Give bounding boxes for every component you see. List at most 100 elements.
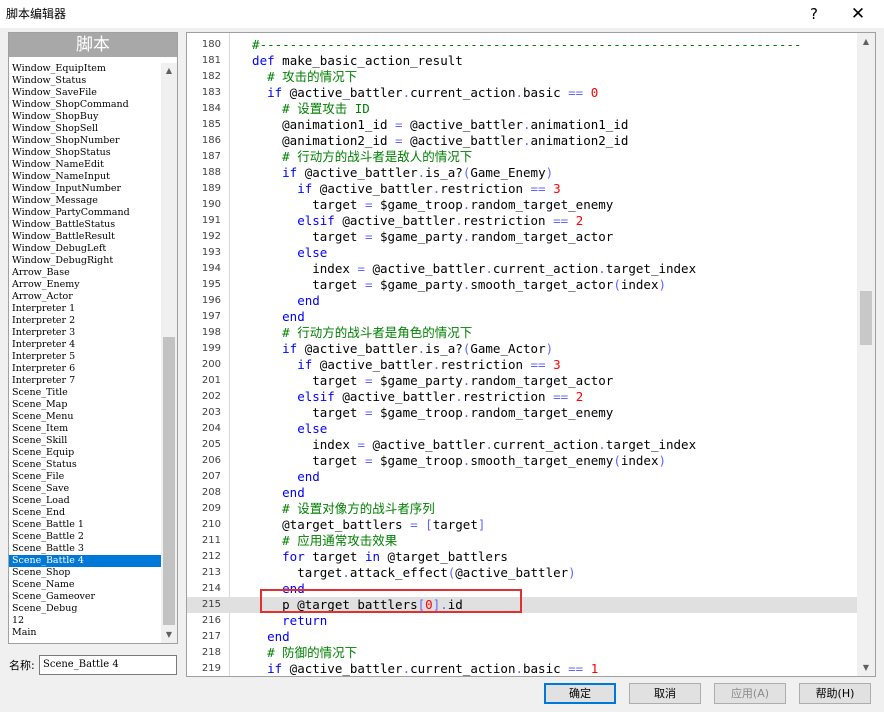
code-line[interactable]: 184 # 设置攻击 ID: [187, 101, 857, 117]
help-button[interactable]: 帮助(H): [799, 683, 871, 704]
script-list-item[interactable]: Arrow_Base: [9, 267, 161, 279]
scroll-down-arrow-icon[interactable]: ▼: [161, 627, 177, 643]
code-line[interactable]: 182 # 攻击的情况下: [187, 69, 857, 85]
code-line[interactable]: 219 if @active_battler.current_action.ba…: [187, 661, 857, 677]
code-line[interactable]: 195 target = $game_party.smooth_target_a…: [187, 277, 857, 293]
scroll-up-arrow-icon[interactable]: ▲: [161, 63, 177, 79]
ok-button[interactable]: 确定: [544, 683, 616, 704]
code-line[interactable]: 181 def make_basic_action_result: [187, 53, 857, 69]
editor-scrollbar[interactable]: ▲ ▼: [857, 33, 875, 676]
code-line[interactable]: 199 if @active_battler.is_a?(Game_Actor): [187, 341, 857, 357]
script-list[interactable]: Window_EquipItem Window_Status Window_Save…: [9, 63, 161, 643]
code-line[interactable]: 192 target = $game_party.random_target_a…: [187, 229, 857, 245]
script-list-item[interactable]: Window_ShopBuy: [9, 111, 161, 123]
code-line[interactable]: 209 # 设置对像方的战斗者序列: [187, 501, 857, 517]
script-list-item[interactable]: Window_NameInput: [9, 171, 161, 183]
code-line[interactable]: 193 else: [187, 245, 857, 261]
script-list-scrollbar[interactable]: ▲ ▼: [161, 63, 177, 643]
script-list-item[interactable]: Window_NameEdit: [9, 159, 161, 171]
script-list-item[interactable]: Window_InputNumber: [9, 183, 161, 195]
code-line[interactable]: 197 end: [187, 309, 857, 325]
script-list-item[interactable]: Window_DebugRight: [9, 255, 161, 267]
code-line[interactable]: 201 target = $game_party.random_target_a…: [187, 373, 857, 389]
script-list-item[interactable]: Scene_Menu: [9, 411, 161, 423]
script-list-item[interactable]: Scene_Battle 2: [9, 531, 161, 543]
script-list-item[interactable]: Window_ShopCommand: [9, 99, 161, 111]
script-list-item[interactable]: Scene_Battle 3: [9, 543, 161, 555]
script-list-item[interactable]: Interpreter 6: [9, 363, 161, 375]
script-list-item[interactable]: Scene_Skill: [9, 435, 161, 447]
script-list-item[interactable]: Window_EquipItem: [9, 63, 161, 75]
script-list-item[interactable]: Interpreter 5: [9, 351, 161, 363]
script-list-item[interactable]: Window_BattleResult: [9, 231, 161, 243]
script-list-item[interactable]: Window_ShopNumber: [9, 135, 161, 147]
apply-button[interactable]: 应用(A): [714, 683, 786, 704]
script-list-item[interactable]: Interpreter 4: [9, 339, 161, 351]
script-list-item[interactable]: Window_Status: [9, 75, 161, 87]
script-list-item[interactable]: Window_BattleStatus: [9, 219, 161, 231]
script-list-item[interactable]: Main: [9, 627, 161, 639]
script-list-item[interactable]: Scene_Debug: [9, 603, 161, 615]
editor-scroll-down-icon[interactable]: ▼: [857, 659, 875, 676]
script-list-item[interactable]: Window_PartyCommand: [9, 207, 161, 219]
script-list-item[interactable]: Scene_Equip: [9, 447, 161, 459]
code-line[interactable]: 212 for target in @target_battlers: [187, 549, 857, 565]
code-area[interactable]: 180 #-----------------------------------…: [187, 37, 857, 677]
code-line[interactable]: 205 index = @active_battler.current_acti…: [187, 437, 857, 453]
script-list-item[interactable]: Scene_Status: [9, 459, 161, 471]
script-list-item[interactable]: Interpreter 2: [9, 315, 161, 327]
script-list-item[interactable]: Scene_Map: [9, 399, 161, 411]
script-list-item[interactable]: Window_Message: [9, 195, 161, 207]
code-line[interactable]: 218 # 防御的情况下: [187, 645, 857, 661]
code-line[interactable]: 216 return: [187, 613, 857, 629]
script-list-item[interactable]: Scene_Load: [9, 495, 161, 507]
code-line[interactable]: 185 @animation1_id = @active_battler.ani…: [187, 117, 857, 133]
script-list-item[interactable]: Scene_Gameover: [9, 591, 161, 603]
code-line[interactable]: 208 end: [187, 485, 857, 501]
code-line[interactable]: 189 if @active_battler.restriction == 3: [187, 181, 857, 197]
script-list-item[interactable]: 12: [9, 615, 161, 627]
code-line[interactable]: 183 if @active_battler.current_action.ba…: [187, 85, 857, 101]
code-line[interactable]: 206 target = $game_troop.smooth_target_e…: [187, 453, 857, 469]
code-line[interactable]: 190 target = $game_troop.random_target_e…: [187, 197, 857, 213]
script-list-item[interactable]: Window_ShopStatus: [9, 147, 161, 159]
script-list-item[interactable]: Scene_Item: [9, 423, 161, 435]
script-name-field[interactable]: Scene_Battle 4: [39, 655, 177, 675]
code-line[interactable]: 203 target = $game_troop.random_target_e…: [187, 405, 857, 421]
script-list-item[interactable]: Window_SaveFile: [9, 87, 161, 99]
script-list-item[interactable]: Window_DebugLeft: [9, 243, 161, 255]
help-icon[interactable]: ?: [802, 2, 826, 26]
code-line[interactable]: 198 # 行动方的战斗者是角色的情况下: [187, 325, 857, 341]
script-list-item[interactable]: Scene_File: [9, 471, 161, 483]
code-line[interactable]: 202 elsif @active_battler.restriction ==…: [187, 389, 857, 405]
editor-scroll-up-icon[interactable]: ▲: [857, 33, 875, 50]
code-line[interactable]: 210 @target_battlers = [target]: [187, 517, 857, 533]
code-line[interactable]: 213 target.attack_effect(@active_battler…: [187, 565, 857, 581]
script-list-item[interactable]: Scene_Save: [9, 483, 161, 495]
code-line[interactable]: 211 # 应用通常攻击效果: [187, 533, 857, 549]
cancel-button[interactable]: 取消: [629, 683, 701, 704]
script-list-item[interactable]: Arrow_Enemy: [9, 279, 161, 291]
code-line[interactable]: 217 end: [187, 629, 857, 645]
script-list-item[interactable]: Arrow_Actor: [9, 291, 161, 303]
script-list-item[interactable]: Scene_Battle 4: [9, 555, 161, 567]
code-line[interactable]: 207 end: [187, 469, 857, 485]
code-line[interactable]: 186 @animation2_id = @active_battler.ani…: [187, 133, 857, 149]
script-list-item[interactable]: Interpreter 1: [9, 303, 161, 315]
editor-scroll-thumb[interactable]: [860, 291, 872, 345]
script-list-item[interactable]: Scene_Battle 1: [9, 519, 161, 531]
script-list-item[interactable]: Window_ShopSell: [9, 123, 161, 135]
script-list-item[interactable]: Interpreter 7: [9, 375, 161, 387]
code-line[interactable]: 196 end: [187, 293, 857, 309]
script-list-item[interactable]: Scene_End: [9, 507, 161, 519]
code-line[interactable]: 200 if @active_battler.restriction == 3: [187, 357, 857, 373]
script-list-item[interactable]: Scene_Shop: [9, 567, 161, 579]
code-editor[interactable]: 180 #-----------------------------------…: [186, 32, 876, 677]
script-list-item[interactable]: Scene_Name: [9, 579, 161, 591]
script-list-item[interactable]: Scene_Title: [9, 387, 161, 399]
scroll-thumb[interactable]: [163, 337, 175, 625]
code-line[interactable]: 188 if @active_battler.is_a?(Game_Enemy): [187, 165, 857, 181]
code-line[interactable]: 204 else: [187, 421, 857, 437]
code-line[interactable]: 191 elsif @active_battler.restriction ==…: [187, 213, 857, 229]
code-line[interactable]: 187 # 行动方的战斗者是敌人的情况下: [187, 149, 857, 165]
